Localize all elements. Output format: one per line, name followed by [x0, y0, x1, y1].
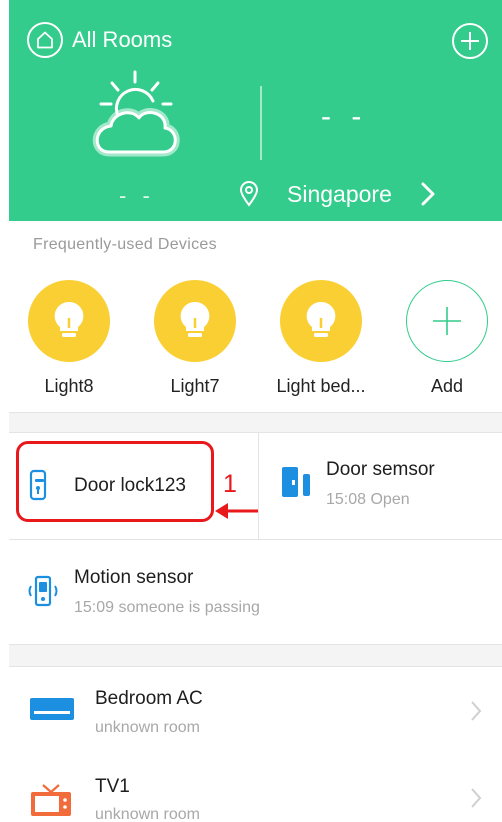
- section-title: Frequently-used Devices: [33, 236, 217, 253]
- device-label: Light7: [170, 376, 220, 396]
- partly-cloudy-icon: [79, 68, 189, 168]
- door-sensor-icon: [280, 465, 312, 504]
- list-item[interactable]: Bedroom AC unknown room: [9, 667, 502, 755]
- bulb-icon: [280, 280, 362, 362]
- device-label: Add: [430, 376, 464, 396]
- list-item-room: unknown room: [95, 719, 200, 736]
- device-tile-light7[interactable]: Light7: [140, 280, 250, 397]
- temperature-value: - -: [321, 100, 368, 133]
- list-item[interactable]: TV1 unknown room: [9, 755, 502, 822]
- chevron-right-icon: [470, 700, 482, 727]
- bulb-icon: [154, 280, 236, 362]
- divider: [9, 412, 502, 413]
- city-name[interactable]: Singapore: [287, 181, 392, 208]
- device-label: Light8: [44, 376, 94, 396]
- home-icon: [27, 22, 63, 58]
- device-tile-light8[interactable]: Light8: [14, 280, 124, 397]
- tv-icon: [29, 782, 73, 822]
- plus-icon: [406, 280, 488, 362]
- device-label: Light bed...: [276, 376, 366, 396]
- add-device-button[interactable]: [452, 23, 488, 59]
- app-screen: All Rooms - - - - Singapore Frequently-u…: [9, 0, 502, 822]
- arrow-left-icon: [212, 500, 260, 527]
- card-status: 15:09 someone is passing: [74, 599, 260, 616]
- chevron-right-icon: [470, 787, 482, 814]
- annotation-number: 1: [223, 470, 237, 498]
- section-gap: [9, 644, 502, 666]
- chevron-right-icon[interactable]: [420, 181, 436, 212]
- device-tile-light-bed[interactable]: Light bed...: [266, 280, 376, 397]
- location-pin-icon: [239, 181, 259, 212]
- list-item-title: Bedroom AC: [95, 688, 203, 709]
- humidity-value: - -: [119, 183, 155, 208]
- bulb-icon: [28, 280, 110, 362]
- room-selector[interactable]: All Rooms: [27, 22, 172, 58]
- door-sensor-card[interactable]: Door semsor 15:08 Open: [259, 433, 502, 539]
- section-gap: [9, 412, 502, 433]
- header-divider: [260, 86, 262, 160]
- room-selector-label: All Rooms: [72, 27, 173, 52]
- weather-header: All Rooms - - - - Singapore: [9, 0, 502, 221]
- card-status: 15:08 Open: [326, 491, 410, 508]
- highlight-box: [16, 441, 214, 522]
- motion-sensor-card[interactable]: Motion sensor 15:09 someone is passing: [9, 540, 502, 644]
- divider: [9, 644, 502, 645]
- plus-icon: [461, 32, 479, 50]
- air-conditioner-icon: [29, 697, 75, 728]
- card-title: Door semsor: [326, 459, 435, 480]
- device-tile-add[interactable]: Add: [392, 280, 502, 397]
- motion-sensor-icon: [25, 574, 61, 615]
- list-item-room: unknown room: [95, 806, 200, 822]
- card-title: Motion sensor: [74, 567, 194, 588]
- list-item-title: TV1: [95, 776, 130, 797]
